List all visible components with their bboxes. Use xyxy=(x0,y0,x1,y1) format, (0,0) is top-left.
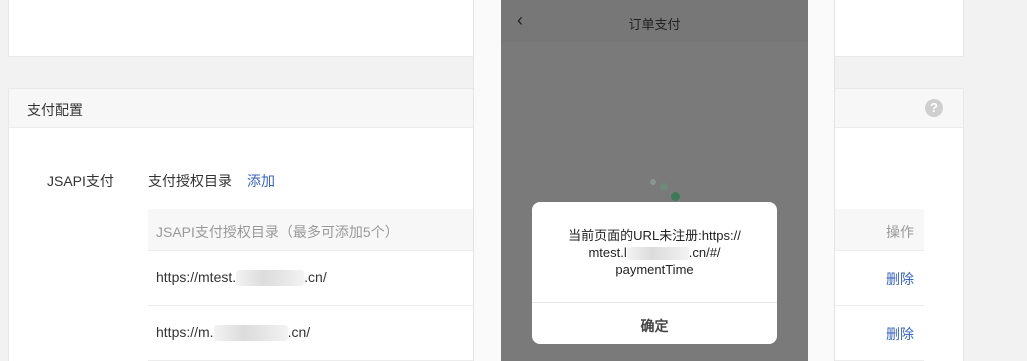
header-dir: JSAPI支付授权目录（最多可添加5个） xyxy=(156,224,399,240)
delete-button[interactable]: 删除 xyxy=(886,324,914,344)
help-icon[interactable]: ? xyxy=(925,99,943,117)
url-unregistered-dialog: 当前页面的URL未注册:https:// mtest.l .cn/#/ payme… xyxy=(532,202,777,344)
config-title: 支付配置 xyxy=(27,102,83,118)
dialog-message: 当前页面的URL未注册:https:// mtest.l .cn/#/ payme… xyxy=(568,228,741,277)
spinner-dot xyxy=(660,183,668,191)
spinner-dot xyxy=(650,179,656,185)
add-dir-link[interactable]: 添加 xyxy=(247,171,275,191)
phone-screen: ‹ 订单支付 当前页面的URL未注册:https:// mtest.l .cn/#… xyxy=(501,0,808,361)
auth-dir-label: 支付授权目录 xyxy=(148,173,232,189)
confirm-button[interactable]: 确定 xyxy=(532,316,777,336)
redacted-blur xyxy=(626,247,689,261)
redacted-blur xyxy=(236,270,305,287)
phone-nav-bar: ‹ 订单支付 xyxy=(501,0,808,42)
spinner-dot xyxy=(671,192,680,201)
header-action: 操作 xyxy=(886,224,914,240)
row-url: https://mtest. .cn/ xyxy=(156,269,327,287)
delete-button[interactable]: 删除 xyxy=(886,269,914,289)
row-url: https://m. .cn/ xyxy=(156,324,311,342)
jsapi-label: JSAPI支付 xyxy=(47,173,114,189)
redacted-blur xyxy=(213,325,288,342)
phone-page-title: 订单支付 xyxy=(628,17,681,32)
dialog-divider xyxy=(532,302,777,303)
